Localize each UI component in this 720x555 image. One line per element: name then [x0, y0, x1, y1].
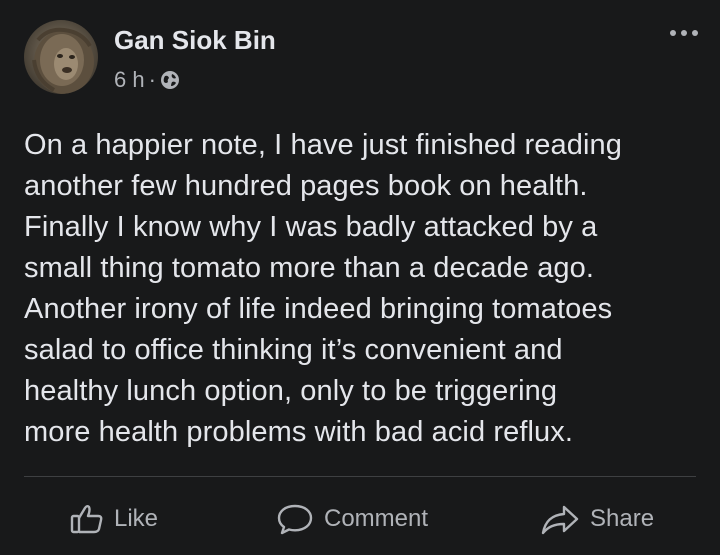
- post-header: Gan Siok Bin 6 h ·: [24, 20, 276, 94]
- post-text: On a happier note, I have just finished …: [24, 129, 622, 448]
- share-button[interactable]: Share: [540, 490, 654, 548]
- post-card: Gan Siok Bin 6 h · On a happier note, I …: [0, 0, 720, 555]
- timestamp[interactable]: 6 h: [114, 67, 145, 93]
- timestamp-row: 6 h ·: [114, 67, 276, 93]
- globe-icon: [160, 71, 179, 89]
- comment-bubble-icon: [277, 504, 313, 535]
- more-dot: [670, 30, 676, 36]
- post-meta: Gan Siok Bin 6 h ·: [114, 23, 276, 93]
- author-name[interactable]: Gan Siok Bin: [114, 23, 276, 57]
- share-arrow-icon: [541, 505, 579, 535]
- comment-label: Comment: [324, 505, 429, 532]
- like-button[interactable]: Like: [70, 490, 158, 548]
- lion-avatar-image: [24, 20, 98, 94]
- divider: [24, 476, 696, 477]
- share-label: Share: [590, 505, 655, 532]
- avatar[interactable]: [24, 20, 98, 94]
- separator-dot: ·: [148, 67, 156, 92]
- comment-button[interactable]: Comment: [276, 490, 428, 548]
- like-label: Like: [114, 505, 159, 532]
- more-options-icon[interactable]: [670, 30, 698, 36]
- thumbs-up-icon: [70, 505, 103, 534]
- more-dot: [681, 30, 687, 36]
- more-dot: [692, 30, 698, 36]
- post-actions: Like Comment Share: [0, 490, 720, 548]
